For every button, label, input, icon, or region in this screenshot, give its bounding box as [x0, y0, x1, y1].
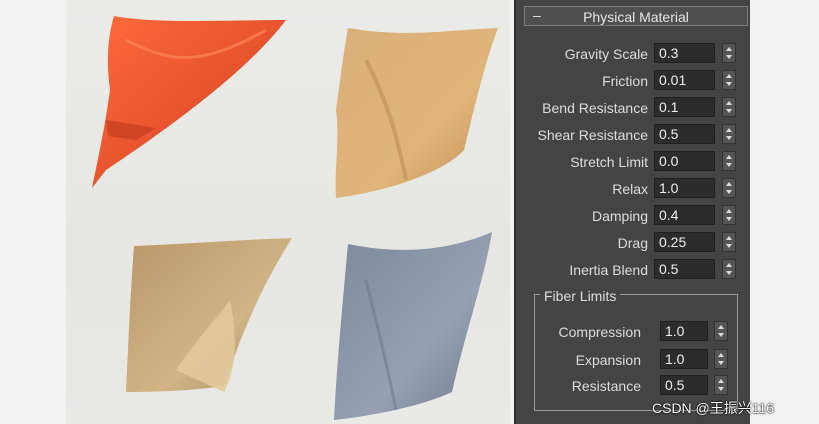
spinner-up-icon[interactable] [726, 155, 732, 159]
spinner-down-icon[interactable] [726, 271, 732, 275]
spinner-up-icon[interactable] [726, 47, 732, 51]
gravity-scale-field[interactable]: 0.3 [654, 43, 715, 63]
damping-field[interactable]: 0.4 [654, 205, 715, 225]
spinner-up-icon[interactable] [726, 236, 732, 240]
csdn-watermark: CSDN @王振兴116 [652, 400, 775, 416]
relax-spinner[interactable] [722, 178, 736, 198]
spinner-up-icon[interactable] [726, 74, 732, 78]
cloth-samples-illustration [92, 16, 498, 420]
param-row-shear-resistance: Shear Resistance 0.5 [516, 124, 752, 146]
param-label: Shear Resistance [537, 127, 648, 143]
spinner-up-icon[interactable] [726, 263, 732, 267]
resistance-field[interactable]: 0.5 [660, 375, 708, 395]
param-label: Compression [558, 324, 641, 340]
spinner-down-icon[interactable] [726, 109, 732, 113]
drag-field[interactable]: 0.25 [654, 232, 715, 252]
fiber-limits-title: Fiber Limits [540, 288, 621, 304]
damping-spinner[interactable] [722, 205, 736, 225]
spinner-up-icon[interactable] [726, 209, 732, 213]
param-label: Relax [612, 181, 648, 197]
spinner-up-icon[interactable] [726, 182, 732, 186]
spinner-up-icon[interactable] [718, 353, 724, 357]
bend-resistance-spinner[interactable] [722, 97, 736, 117]
param-row-resistance: Resistance 0.5 [516, 375, 752, 397]
compression-field[interactable]: 1.0 [660, 321, 708, 341]
rollout-title: Physical Material [583, 9, 689, 25]
friction-field[interactable]: 0.01 [654, 70, 715, 90]
spinner-down-icon[interactable] [726, 136, 732, 140]
param-row-compression: Compression 1.0 [516, 321, 752, 343]
param-label: Damping [591, 208, 648, 224]
param-label: Expansion [575, 352, 641, 368]
spinner-down-icon[interactable] [726, 244, 732, 248]
blue-cloth [334, 232, 492, 420]
stretch-limit-spinner[interactable] [722, 151, 736, 171]
spinner-down-icon[interactable] [726, 217, 732, 221]
spinner-down-icon[interactable] [718, 361, 724, 365]
physical-material-panel: – Physical Material Gravity Scale 0.3 Fr… [514, 0, 750, 424]
param-label: Friction [602, 73, 648, 89]
resistance-spinner[interactable] [714, 375, 728, 395]
tan-cloth [335, 28, 498, 198]
shear-resistance-field[interactable]: 0.5 [654, 124, 715, 144]
spinner-down-icon[interactable] [718, 333, 724, 337]
param-row-gravity-scale: Gravity Scale 0.3 [516, 43, 752, 65]
param-label: Bend Resistance [542, 100, 648, 116]
param-row-bend-resistance: Bend Resistance 0.1 [516, 97, 752, 119]
spinner-down-icon[interactable] [726, 82, 732, 86]
expansion-field[interactable]: 1.0 [660, 349, 708, 369]
cloth-preview-viewport [66, 0, 510, 424]
param-row-damping: Damping 0.4 [516, 205, 752, 227]
inertia-blend-spinner[interactable] [722, 259, 736, 279]
red-cloth [92, 16, 286, 188]
spinner-down-icon[interactable] [726, 190, 732, 194]
param-row-drag: Drag 0.25 [516, 232, 752, 254]
spinner-down-icon[interactable] [718, 387, 724, 391]
param-row-friction: Friction 0.01 [516, 70, 752, 92]
param-row-stretch-limit: Stretch Limit 0.0 [516, 151, 752, 173]
param-row-relax: Relax 1.0 [516, 178, 752, 200]
compression-spinner[interactable] [714, 321, 728, 341]
right-margin [752, 0, 819, 424]
param-label: Inertia Blend [569, 262, 648, 278]
stretch-limit-field[interactable]: 0.0 [654, 151, 715, 171]
param-label: Stretch Limit [570, 154, 648, 170]
drag-spinner[interactable] [722, 232, 736, 252]
spinner-down-icon[interactable] [726, 163, 732, 167]
relax-field[interactable]: 1.0 [654, 178, 715, 198]
param-row-inertia-blend: Inertia Blend 0.5 [516, 259, 752, 281]
spinner-up-icon[interactable] [726, 101, 732, 105]
spinner-up-icon[interactable] [726, 128, 732, 132]
param-label: Drag [617, 235, 648, 251]
param-row-expansion: Expansion 1.0 [516, 349, 752, 371]
shear-resistance-spinner[interactable] [722, 124, 736, 144]
param-label: Resistance [571, 378, 641, 394]
spinner-up-icon[interactable] [718, 325, 724, 329]
gravity-scale-spinner[interactable] [722, 43, 736, 63]
param-label: Gravity Scale [564, 46, 648, 62]
rollout-header[interactable]: – Physical Material [524, 6, 748, 26]
spinner-down-icon[interactable] [726, 55, 732, 59]
friction-spinner[interactable] [722, 70, 736, 90]
expansion-spinner[interactable] [714, 349, 728, 369]
bend-resistance-field[interactable]: 0.1 [654, 97, 715, 117]
spinner-up-icon[interactable] [718, 379, 724, 383]
inertia-blend-field[interactable]: 0.5 [654, 259, 715, 279]
